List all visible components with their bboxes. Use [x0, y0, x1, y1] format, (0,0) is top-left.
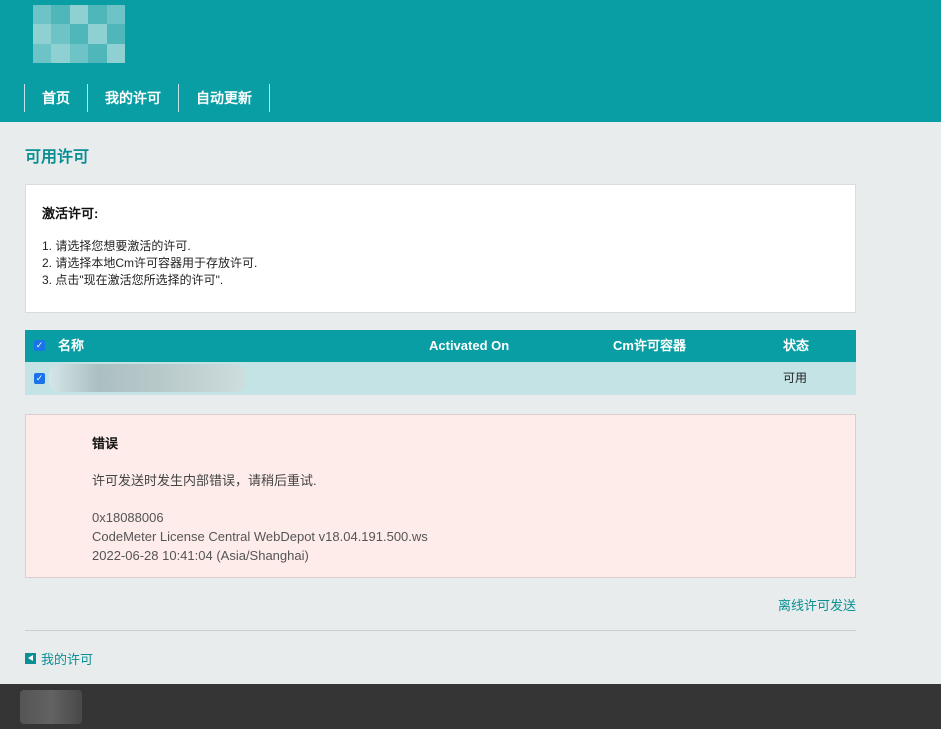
header: 首页 我的许可 自动更新	[0, 0, 941, 122]
divider	[25, 630, 856, 631]
error-heading: 错误	[92, 436, 119, 451]
nav-my-licenses[interactable]: 我的许可	[87, 84, 178, 112]
col-status[interactable]: 状态	[783, 330, 809, 362]
error-message: 许可发送时发生内部错误，请稍后重试.	[92, 473, 317, 488]
row-status: 可用	[783, 371, 808, 385]
select-all-checkbox[interactable]: ✓	[34, 340, 45, 351]
error-code: 0x18088006	[92, 510, 164, 525]
back-link-label: 我的许可	[41, 652, 94, 667]
col-container[interactable]: Cm许可容器	[613, 330, 686, 362]
table-row[interactable]: ✓ 可用	[25, 362, 856, 395]
error-box: 错误 许可发送时发生内部错误，请稍后重试. 0x18088006 CodeMet…	[25, 414, 856, 578]
nav-auto-update[interactable]: 自动更新	[178, 84, 270, 112]
activation-steps: 1. 请选择您想要激活的许可. 2. 请选择本地Cm许可容器用于存放许可. 3.…	[42, 238, 839, 289]
activation-step: 1. 请选择您想要激活的许可.	[42, 239, 191, 253]
offline-license-link[interactable]: 离线许可发送	[778, 595, 856, 614]
activation-step: 3. 点击"现在激活您所选择的许可".	[42, 273, 224, 287]
main-nav: 首页 我的许可 自动更新	[24, 84, 270, 112]
back-to-my-licenses-link[interactable]: 我的许可	[25, 649, 93, 668]
redacted-footer-logo	[20, 690, 82, 724]
row-checkbox[interactable]: ✓	[34, 373, 45, 384]
col-name[interactable]: 名称	[58, 330, 84, 362]
activation-heading: 激活许可:	[42, 206, 99, 221]
activation-info-box: 激活许可: 1. 请选择您想要激活的许可. 2. 请选择本地Cm许可容器用于存放…	[25, 184, 856, 313]
redacted-license-name	[49, 364, 245, 392]
logo	[33, 5, 125, 63]
error-timestamp: 2022-06-28 10:41:04 (Asia/Shanghai)	[92, 548, 309, 563]
col-activated-on[interactable]: Activated On	[429, 330, 509, 362]
nav-home[interactable]: 首页	[24, 84, 87, 112]
back-arrow-icon	[25, 653, 36, 664]
footer	[0, 684, 941, 729]
page-title: 可用许可	[25, 149, 90, 166]
activation-step: 2. 请选择本地Cm许可容器用于存放许可.	[42, 256, 258, 270]
license-table: ✓ 名称 Activated On Cm许可容器 状态 ✓ 可用	[25, 330, 856, 395]
table-header: ✓ 名称 Activated On Cm许可容器 状态	[25, 330, 856, 362]
error-version: CodeMeter License Central WebDepot v18.0…	[92, 529, 428, 544]
